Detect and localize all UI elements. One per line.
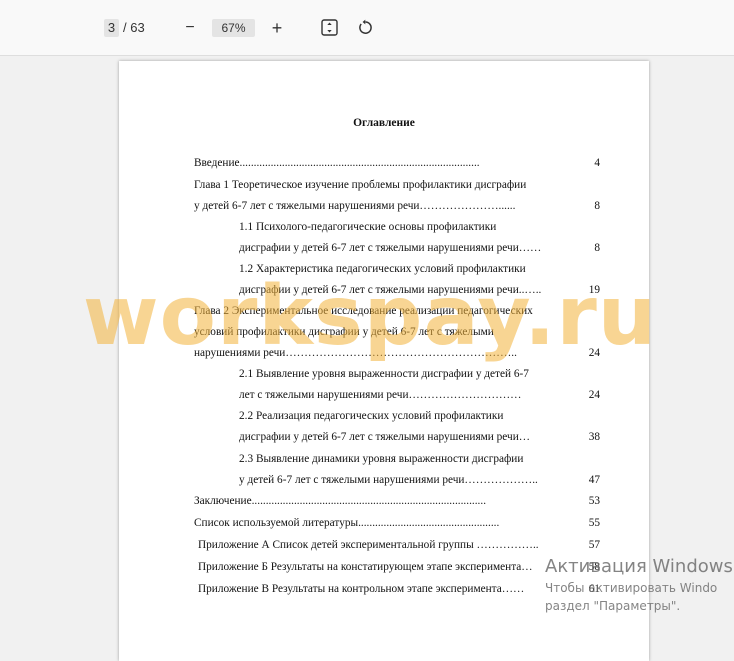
toc-line: лет с тяжелыми нарушениями речи…………………………: [239, 389, 522, 401]
toc-line: 1.2 Характеристика педагогических услови…: [239, 263, 526, 275]
toc-page: 24: [588, 347, 600, 359]
page-number-input[interactable]: 3: [104, 19, 119, 37]
toc-line: Приложение В Результаты на контрольном э…: [198, 583, 525, 595]
toc-page: [570, 177, 600, 193]
toc-page: 4: [594, 157, 600, 169]
toc-page: 61: [588, 583, 600, 595]
toc-line: у детей 6-7 лет с тяжелыми нарушениями р…: [239, 474, 538, 486]
toc-page: 55: [588, 517, 600, 529]
document-page: Оглавление Введение.....................…: [119, 61, 649, 661]
page-total: / 63: [123, 20, 145, 35]
toc-page: [570, 366, 600, 382]
toc-page: [570, 408, 600, 424]
document-viewer[interactable]: Оглавление Введение.....................…: [0, 57, 734, 661]
toc-page: [570, 219, 600, 235]
toc-line: Введение................................…: [194, 157, 480, 169]
toc-line: дисграфии у детей 6-7 лет с тяжелыми нар…: [239, 284, 542, 296]
toc-line: Заключение..............................…: [194, 495, 487, 507]
fit-page-button[interactable]: [321, 19, 338, 36]
toc-page: 8: [594, 242, 600, 254]
toc-line: дисграфии у детей 6-7 лет с тяжелыми нар…: [239, 431, 531, 443]
pdf-toolbar: 3 / 63 − 67% +: [0, 0, 734, 56]
fit-page-icon: [321, 19, 338, 36]
toc-page: 19: [588, 284, 600, 296]
toc-page: 24: [588, 389, 600, 401]
toc-line: Глава 2 Экспериментальное исследование р…: [194, 305, 533, 317]
toc-line: Глава 1 Теоретическое изучение проблемы …: [194, 179, 527, 191]
zoom-in-button[interactable]: +: [268, 19, 286, 37]
rotate-button[interactable]: [357, 19, 374, 36]
zoom-level[interactable]: 67%: [212, 19, 255, 37]
toc-page: 57: [588, 539, 600, 551]
toc-page: [570, 303, 600, 319]
document-title: Оглавление: [353, 117, 415, 129]
toc-page: [570, 324, 600, 340]
toc-line: Приложение А Список детей эксперименталь…: [198, 539, 539, 551]
toc-line: 1.1 Психолого-педагогические основы проф…: [239, 221, 497, 233]
toc-line: условий профилактики дисграфии у детей 6…: [194, 326, 494, 338]
toc-line: нарушениями речи……………………………………………………..: [194, 347, 517, 359]
toc-line: у детей 6-7 лет с тяжелыми нарушениями р…: [194, 200, 516, 212]
toc-page: [570, 261, 600, 277]
rotate-icon: [359, 19, 372, 34]
toc-page: 53: [588, 495, 600, 507]
toc-page: 8: [594, 200, 600, 212]
zoom-out-button[interactable]: −: [182, 19, 198, 37]
toc-line: Список используемой литературы..........…: [194, 517, 500, 529]
toc-page: 58: [588, 561, 600, 573]
toc-line: 2.3 Выявление динамики уровня выраженнос…: [239, 453, 524, 465]
toc-line: Приложение Б Результаты на констатирующе…: [198, 561, 533, 573]
toc-page: 38: [588, 431, 600, 443]
toc-page: 47: [588, 474, 600, 486]
toc-line: дисграфии у детей 6-7 лет с тяжелыми нар…: [239, 242, 542, 254]
toc-line: 2.2 Реализация педагогических условий пр…: [239, 410, 504, 422]
toc-line: 2.1 Выявление уровня выраженности дисгра…: [239, 368, 529, 380]
toc-page: [570, 451, 600, 467]
